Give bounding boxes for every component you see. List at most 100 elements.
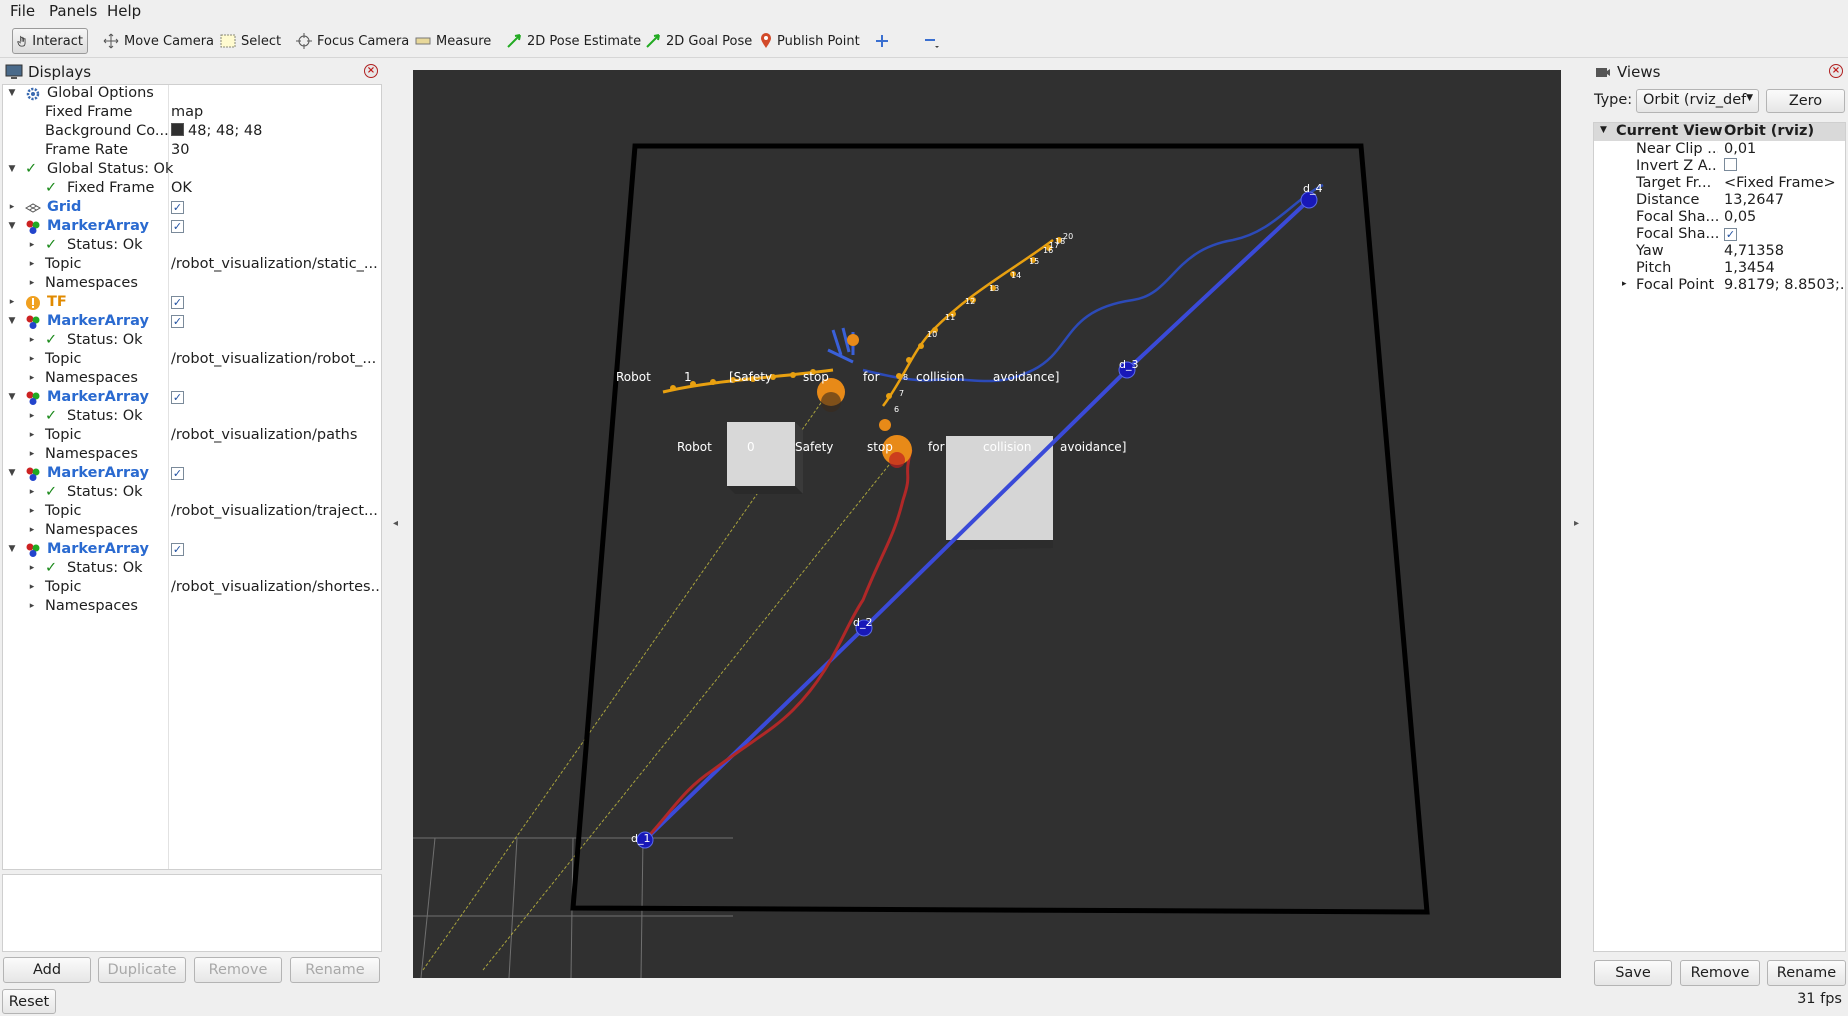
views-close-icon[interactable]: × (1829, 64, 1843, 78)
collapse-arrow-icon[interactable]: ▸ (1622, 279, 1627, 289)
tree-row-markerarray[interactable]: ▼ MarkerArray ✓ (3, 389, 381, 408)
collapse-arrow-icon[interactable]: ▸ (7, 297, 17, 307)
enabled-checkbox[interactable]: ✓ (171, 315, 184, 328)
zero-button[interactable]: Zero (1766, 89, 1845, 113)
remove-tool-button[interactable] (918, 28, 944, 54)
row-value[interactable]: 30 (171, 142, 381, 158)
collapse-arrow-icon[interactable]: ▸ (27, 506, 37, 516)
prop-yaw[interactable]: Yaw 4,71358 (1594, 243, 1845, 260)
tree-row-namespaces[interactable]: ▸ Namespaces (3, 370, 381, 389)
move-camera-tool-button[interactable]: Move Camera (99, 28, 218, 54)
tree-row-namespaces[interactable]: ▸ Namespaces (3, 275, 381, 294)
expand-arrow-icon[interactable]: ▼ (7, 468, 17, 478)
collapse-arrow-icon[interactable]: ▸ (27, 563, 37, 573)
current-view-header[interactable]: ▼ Current View Orbit (rviz) (1594, 123, 1845, 141)
collapse-arrow-icon[interactable]: ▸ (27, 525, 37, 535)
publish-point-tool-button[interactable]: Publish Point (756, 28, 864, 54)
duplicate-button[interactable]: Duplicate (98, 957, 186, 983)
rename-button[interactable]: Rename (290, 957, 380, 983)
tree-row-tf[interactable]: ▸ TF ✓ (3, 294, 381, 313)
enabled-checkbox[interactable]: ✓ (171, 220, 184, 233)
collapse-arrow-icon[interactable]: ▸ (27, 373, 37, 383)
collapse-arrow-icon[interactable]: ▸ (27, 411, 37, 421)
enabled-checkbox[interactable]: ✓ (171, 543, 184, 556)
collapse-arrow-icon[interactable]: ▸ (27, 582, 37, 592)
focal-shape-checkbox[interactable]: ✓ (1724, 228, 1737, 241)
menu-file[interactable]: File (10, 2, 35, 20)
add-tool-button[interactable] (871, 28, 893, 54)
row-value[interactable]: /robot_visualization/shortes... (171, 579, 381, 595)
expand-arrow-icon[interactable]: ▼ (7, 88, 17, 98)
tree-row-namespaces[interactable]: ▸ Namespaces (3, 598, 381, 617)
expand-arrow-icon[interactable]: ▼ (7, 392, 17, 402)
tree-row-status[interactable]: ▸ ✓ Status: Ok (3, 408, 381, 427)
prop-target-frame[interactable]: Target Fr... <Fixed Frame> (1594, 175, 1845, 192)
remove-button[interactable]: Remove (194, 957, 282, 983)
tree-row-topic[interactable]: ▸ Topic /robot_visualization/robot_... (3, 351, 381, 370)
collapse-arrow-icon[interactable]: ▸ (27, 354, 37, 364)
tree-row-status[interactable]: ▸ ✓ Status: Ok (3, 484, 381, 503)
collapse-left-panel-icon[interactable]: ◂ (393, 518, 398, 529)
focus-camera-tool-button[interactable]: Focus Camera (292, 28, 413, 54)
tree-row-topic[interactable]: ▸ Topic /robot_visualization/paths (3, 427, 381, 446)
tree-row-status[interactable]: ▸ ✓ Status: Ok (3, 560, 381, 579)
reset-button[interactable]: Reset (2, 989, 56, 1014)
row-value[interactable]: /robot_visualization/robot_... (171, 351, 381, 367)
collapse-arrow-icon[interactable]: ▸ (27, 601, 37, 611)
tree-row-status[interactable]: ▸ ✓ Status: Ok (3, 237, 381, 256)
add-button[interactable]: Add (3, 957, 91, 983)
enabled-checkbox[interactable]: ✓ (171, 391, 184, 404)
tree-row-topic[interactable]: ▸ Topic /robot_visualization/shortes... (3, 579, 381, 598)
expand-arrow-icon[interactable]: ▼ (7, 221, 17, 231)
tree-row-frame-rate[interactable]: Frame Rate 30 (3, 142, 381, 161)
rename-view-button[interactable]: Rename (1767, 960, 1846, 986)
row-value[interactable]: /robot_visualization/paths (171, 427, 381, 443)
tree-row-topic[interactable]: ▸ Topic /robot_visualization/traject... (3, 503, 381, 522)
view-type-select[interactable]: Orbit (rviz_def ▼ (1636, 89, 1759, 113)
expand-arrow-icon[interactable]: ▼ (7, 316, 17, 326)
tree-row-markerarray[interactable]: ▼ MarkerArray ✓ (3, 541, 381, 560)
tree-row-topic[interactable]: ▸ Topic /robot_visualization/static_... (3, 256, 381, 275)
tree-row-fixed-frame-status[interactable]: ✓ Fixed Frame OK (3, 180, 381, 199)
collapse-arrow-icon[interactable]: ▸ (27, 430, 37, 440)
collapse-arrow-icon[interactable]: ▸ (27, 278, 37, 288)
interact-tool-button[interactable]: Interact (12, 28, 88, 54)
row-value[interactable]: /robot_visualization/traject... (171, 503, 381, 519)
select-tool-button[interactable]: Select (216, 28, 285, 54)
save-view-button[interactable]: Save (1594, 960, 1672, 986)
enabled-checkbox[interactable]: ✓ (171, 467, 184, 480)
tree-row-namespaces[interactable]: ▸ Namespaces (3, 446, 381, 465)
prop-focal-shape-size[interactable]: Focal Sha... 0,05 (1594, 209, 1845, 226)
enabled-checkbox[interactable]: ✓ (171, 201, 184, 214)
prop-focal-point[interactable]: ▸ Focal Point 9.8179; 8.8503;... (1594, 277, 1845, 294)
menu-help[interactable]: Help (107, 2, 141, 20)
tree-row-global-status[interactable]: ▼ ✓ Global Status: Ok (3, 161, 381, 180)
expand-arrow-icon[interactable]: ▼ (1600, 125, 1607, 135)
row-value[interactable]: 48; 48; 48 (171, 123, 381, 139)
menu-panels[interactable]: Panels (49, 2, 97, 20)
prop-focal-shape-fixed[interactable]: Focal Sha... ✓ (1594, 226, 1845, 243)
expand-arrow-icon[interactable]: ▼ (7, 164, 17, 174)
tree-row-background-color[interactable]: Background Co... 48; 48; 48 (3, 123, 381, 142)
prop-distance[interactable]: Distance 13,2647 (1594, 192, 1845, 209)
collapse-arrow-icon[interactable]: ▸ (27, 259, 37, 269)
tree-row-status[interactable]: ▸ ✓ Status: Ok (3, 332, 381, 351)
collapse-arrow-icon[interactable]: ▸ (27, 449, 37, 459)
3d-viewport[interactable]: d_1 d_2 d_3 d_4 Robot 1 [Safety stop for… (413, 70, 1561, 978)
tree-row-markerarray[interactable]: ▼ MarkerArray ✓ (3, 313, 381, 332)
tree-row-namespaces[interactable]: ▸ Namespaces (3, 522, 381, 541)
collapse-arrow-icon[interactable]: ▸ (27, 240, 37, 250)
prop-pitch[interactable]: Pitch 1,3454 (1594, 260, 1845, 277)
pose-estimate-tool-button[interactable]: 2D Pose Estimate (502, 28, 645, 54)
row-value[interactable]: map (171, 104, 381, 120)
prop-near-clip[interactable]: Near Clip ... 0,01 (1594, 141, 1845, 158)
expand-arrow-icon[interactable]: ▼ (7, 544, 17, 554)
collapse-arrow-icon[interactable]: ▸ (27, 335, 37, 345)
collapse-arrow-icon[interactable]: ▸ (27, 487, 37, 497)
invert-z-checkbox[interactable] (1724, 158, 1737, 171)
collapse-right-panel-icon[interactable]: ▸ (1574, 518, 1579, 529)
collapse-arrow-icon[interactable]: ▸ (7, 202, 17, 212)
tree-row-grid[interactable]: ▸ Grid ✓ (3, 199, 381, 218)
prop-invert-z-axis[interactable]: Invert Z A... (1594, 158, 1845, 175)
enabled-checkbox[interactable]: ✓ (171, 296, 184, 309)
